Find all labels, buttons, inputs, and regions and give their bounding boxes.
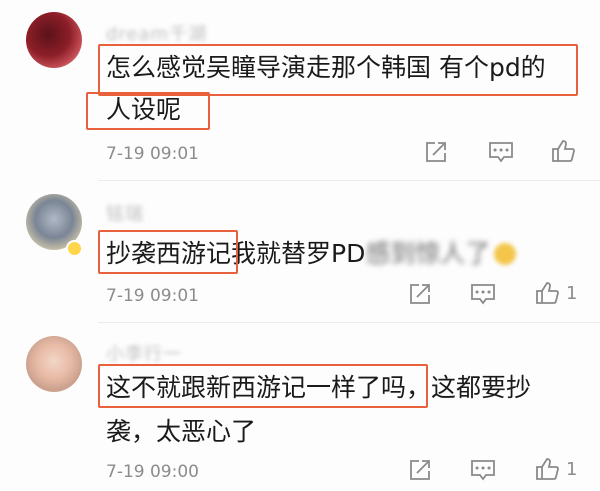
username[interactable]: 小李行一 (106, 340, 182, 366)
share-icon (410, 460, 430, 480)
avatar[interactable] (26, 12, 82, 68)
like-icon (536, 282, 559, 304)
divider (98, 322, 600, 323)
comment-text-line2: 人设呢 (106, 95, 182, 124)
username[interactable]: 铭瑞 (106, 200, 144, 226)
like-count: 1 (566, 282, 578, 304)
timestamp: 7-19 09:01 (106, 286, 199, 306)
comment-text-line1: 怎么感觉吴瞳导演走那个韩国 有个pd的 (106, 53, 546, 82)
vip-badge-icon (66, 240, 83, 257)
share-button[interactable] (424, 140, 448, 164)
comment-icon (471, 460, 495, 481)
comment-text: 抄袭西游记我就替罗PD感到惊人了 (106, 232, 517, 276)
username[interactable]: dream千湖 (106, 20, 207, 46)
like-icon (552, 140, 575, 162)
avatar[interactable] (26, 336, 82, 392)
like-button[interactable] (550, 138, 582, 164)
comment-text-highlighted: 抄袭西游记 (106, 239, 232, 268)
comment-text-blurred: 感到惊人了 (365, 239, 491, 268)
like-icon (536, 458, 559, 480)
comment-button[interactable] (470, 282, 496, 306)
like-count: 1 (566, 458, 578, 480)
share-icon (410, 284, 430, 304)
divider (98, 180, 600, 181)
share-button[interactable] (408, 282, 432, 306)
timestamp: 7-19 09:01 (106, 144, 199, 164)
share-button[interactable] (408, 458, 432, 482)
like-button[interactable]: 1 (534, 456, 577, 482)
comment-button[interactable] (488, 140, 514, 164)
share-icon (426, 142, 446, 162)
like-button[interactable]: 1 (534, 280, 577, 306)
comment-text-line2: 袭，太恶心了 (106, 417, 257, 446)
comment-button[interactable] (470, 458, 496, 482)
comment-icon (489, 142, 513, 163)
comment-text-rest: 我就替罗PD (231, 239, 366, 268)
comment-text-line1: 这不就跟新西游记一样了吗，这都要抄 (106, 373, 532, 402)
emoji-icon (494, 243, 517, 265)
comment-icon (471, 284, 495, 305)
comment-list: dream千湖 怎么感觉吴瞳导演走那个韩国 有个pd的 人设呢 7-19 09:… (0, 0, 600, 491)
timestamp: 7-19 09:00 (106, 462, 199, 482)
